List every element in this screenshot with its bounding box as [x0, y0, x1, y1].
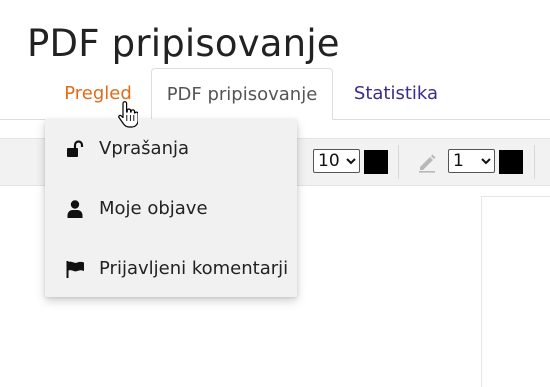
toolbar-separator	[534, 145, 535, 179]
font-color-swatch[interactable]	[364, 150, 388, 174]
pencil-icon[interactable]	[416, 152, 438, 174]
page-title: PDF pripisovanje	[27, 22, 340, 65]
menu-item-prijavljeni-komentarji[interactable]: Prijavljeni komentarji	[45, 239, 297, 299]
flag-icon	[66, 261, 84, 278]
pdf-page[interactable]	[481, 196, 550, 387]
tab-statistika[interactable]: Statistika	[336, 68, 456, 120]
font-size-select[interactable]: 10	[313, 149, 360, 173]
line-width-value: 1	[453, 151, 464, 171]
menu-item-label: Moje objave	[99, 198, 208, 219]
line-color-swatch[interactable]	[499, 150, 523, 174]
menu-item-vprasanja[interactable]: Vprašanja	[45, 119, 297, 179]
chevron-down-icon	[481, 158, 491, 165]
user-icon	[67, 200, 83, 218]
font-size-value: 10	[318, 151, 340, 171]
hand-pointer-cursor-icon	[118, 101, 138, 128]
menu-item-label: Vprašanja	[99, 138, 190, 159]
line-width-select[interactable]: 1	[448, 149, 495, 173]
menu-item-moje-objave[interactable]: Moje objave	[45, 179, 297, 239]
menu-item-label: Prijavljeni komentarji	[99, 258, 289, 279]
pregled-dropdown-menu: Vprašanja Moje objave Prijavljeni koment…	[45, 119, 297, 297]
toolbar-separator	[398, 145, 399, 179]
tab-bar: Pregled PDF pripisovanje Statistika	[0, 68, 550, 120]
chevron-down-icon	[346, 158, 356, 165]
unlock-icon	[67, 140, 84, 157]
tab-pdf-pripisovanje[interactable]: PDF pripisovanje	[151, 68, 333, 120]
